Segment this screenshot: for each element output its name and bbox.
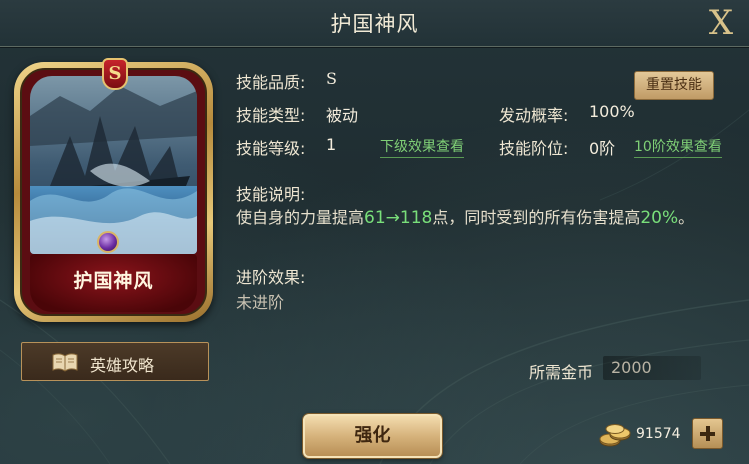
hero-guide-button[interactable]: 英雄攻略 (21, 342, 209, 381)
description-label: 技能说明: (236, 185, 306, 204)
next-level-effect-link[interactable]: 下级效果查看 (380, 136, 464, 158)
quality-label: 技能品质: (236, 73, 306, 92)
desc-damage-percent: 20% (640, 208, 679, 228)
quality-value: S (326, 69, 337, 88)
page-title: 护国神风 (330, 12, 419, 36)
trigger-rate-value: 100% (589, 102, 635, 121)
book-icon (52, 353, 78, 372)
gold-amount: 91574 (636, 426, 681, 442)
rank-value: 0阶 (589, 139, 616, 158)
header-bar: 护国神风 X (0, 0, 749, 47)
close-icon[interactable]: X (703, 4, 739, 42)
strengthen-button[interactable]: 强化 (303, 414, 442, 458)
desc-text-1: 使自身的力量提高 (236, 208, 365, 227)
gold-coin-icon (599, 424, 631, 447)
desc-text-2: 点，同时受到的所有伤害提高 (432, 208, 641, 227)
desc-strength-range: 61→118 (364, 208, 433, 228)
skill-gem-icon (97, 231, 119, 253)
hero-guide-label: 英雄攻略 (90, 356, 155, 375)
advance-label: 进阶效果: (236, 268, 306, 287)
required-gold-label: 所需金币 (529, 363, 594, 382)
advance-value: 未进阶 (236, 293, 285, 312)
grade-badge: S (102, 58, 128, 90)
card-name: 护国神风 (73, 270, 154, 292)
reset-skill-button[interactable]: 重置技能 (634, 71, 714, 100)
level-label: 技能等级: (236, 139, 306, 158)
rank-label: 技能阶位: (499, 139, 569, 158)
type-value: 被动 (326, 106, 359, 125)
skill-description: 使自身的力量提高61→118点，同时受到的所有伤害提高20%。 (236, 205, 726, 231)
skill-card: 护国神风 (14, 62, 213, 322)
rank10-effect-link[interactable]: 10阶效果查看 (634, 136, 722, 158)
skill-artwork (30, 76, 197, 254)
skill-card-frame: 护国神风 (20, 68, 207, 316)
add-gold-button[interactable] (692, 418, 723, 449)
skill-detail-panel: 护国神风 X 护国神风 S 英雄攻略 技能品质: S 重置技能 技能类型: 被动… (0, 0, 749, 464)
type-label: 技能类型: (236, 106, 306, 125)
level-value: 1 (326, 135, 337, 154)
desc-text-3: 。 (678, 208, 695, 227)
required-gold-value: 2000 (603, 356, 701, 380)
trigger-rate-label: 发动概率: (499, 106, 569, 125)
